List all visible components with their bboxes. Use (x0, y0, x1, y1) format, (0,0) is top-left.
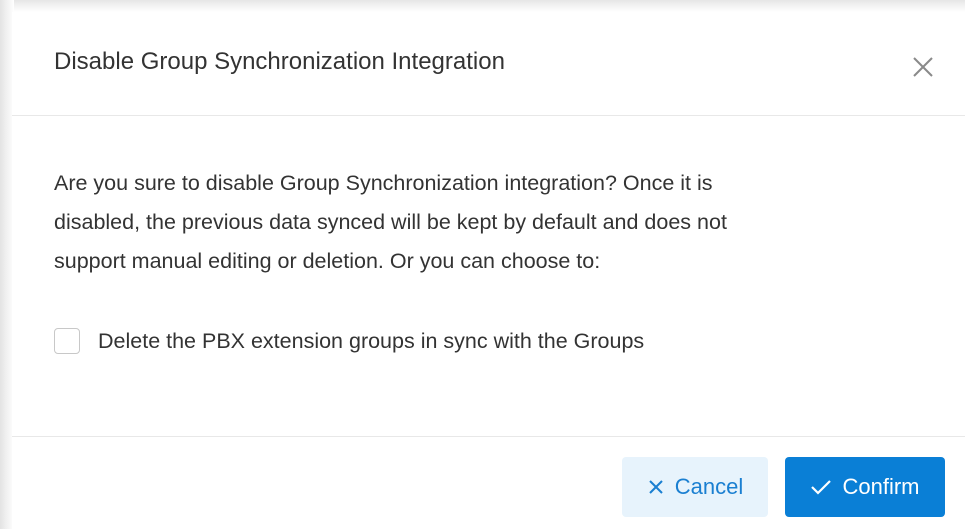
backdrop-shadow-top (0, 0, 965, 12)
delete-groups-option[interactable]: Delete the PBX extension groups in sync … (54, 325, 644, 357)
close-icon (913, 57, 933, 77)
dialog-header: Disable Group Synchronization Integratio… (12, 12, 965, 116)
cancel-button[interactable]: Cancel (622, 457, 768, 517)
delete-groups-label[interactable]: Delete the PBX extension groups in sync … (98, 329, 644, 354)
screen: Disable Group Synchronization Integratio… (0, 0, 965, 529)
x-icon (649, 480, 663, 494)
confirm-button[interactable]: Confirm (785, 457, 945, 517)
footer-divider (12, 436, 965, 437)
dialog-message-line: disabled, the previous data synced will … (54, 210, 727, 234)
check-icon (811, 480, 832, 495)
dialog-title: Disable Group Synchronization Integratio… (54, 48, 505, 75)
confirm-label: Confirm (842, 474, 920, 499)
delete-groups-checkbox[interactable] (54, 328, 80, 354)
close-button[interactable] (908, 52, 938, 82)
dialog-message-line: Are you sure to disable Group Synchroniz… (54, 171, 713, 195)
disable-integration-dialog: Disable Group Synchronization Integratio… (12, 12, 965, 529)
dialog-message: Are you sure to disable Group Synchroniz… (54, 164, 894, 281)
cancel-label: Cancel (674, 474, 744, 499)
dialog-message-line: support manual editing or deletion. Or y… (54, 249, 601, 273)
